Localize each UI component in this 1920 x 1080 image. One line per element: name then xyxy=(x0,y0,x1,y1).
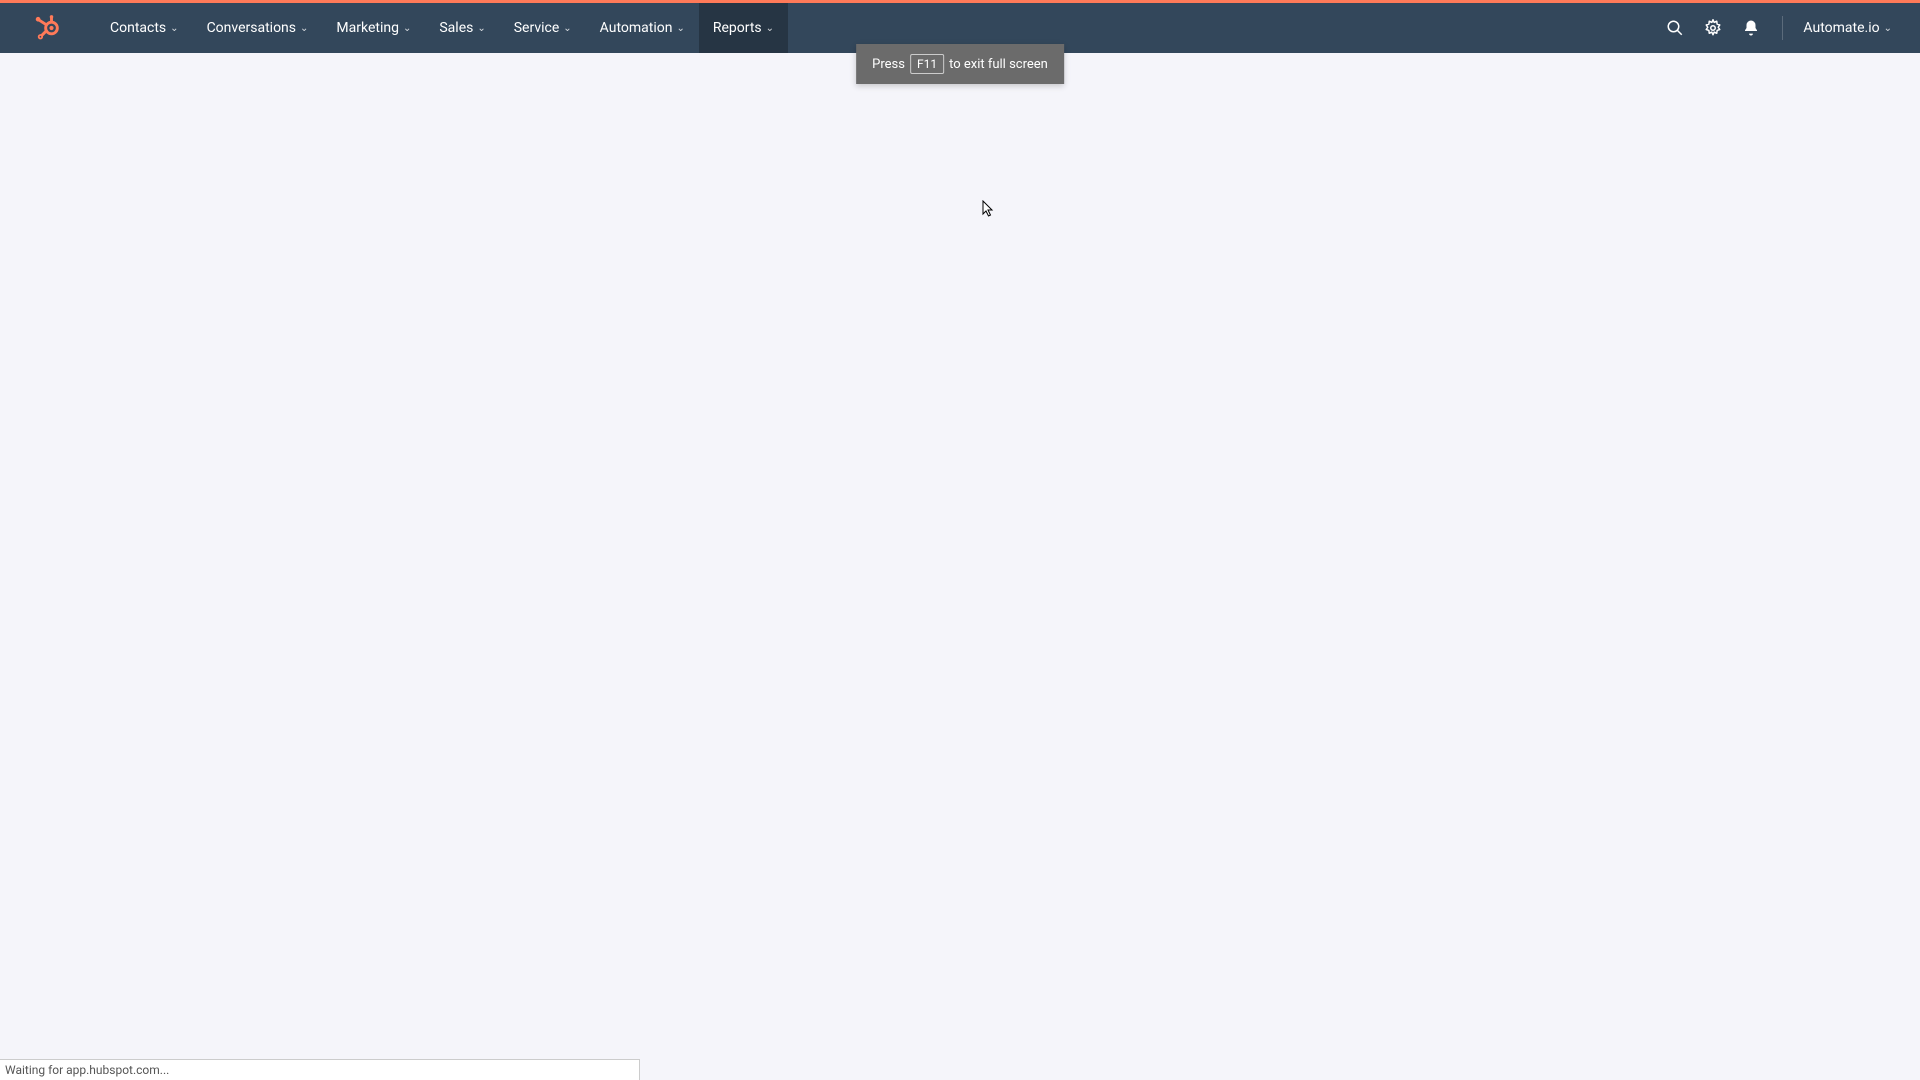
nav-label: Marketing xyxy=(336,20,399,36)
tooltip-key: F11 xyxy=(910,54,944,74)
settings-button[interactable] xyxy=(1694,3,1732,53)
gear-icon xyxy=(1704,19,1722,37)
navbar-left: Contacts ⌄ Conversations ⌄ Marketing ⌄ S… xyxy=(0,3,788,53)
nav-conversations[interactable]: Conversations ⌄ xyxy=(193,3,323,53)
chevron-down-icon: ⌄ xyxy=(300,23,308,34)
notifications-button[interactable] xyxy=(1732,3,1770,53)
account-menu[interactable]: Automate.io ⌄ xyxy=(1795,20,1900,36)
navbar-right: Automate.io ⌄ xyxy=(1656,3,1900,53)
nav-label: Contacts xyxy=(110,20,166,36)
nav-label: Sales xyxy=(439,20,473,36)
chevron-down-icon: ⌄ xyxy=(403,23,411,34)
sprocket-icon xyxy=(34,14,62,42)
account-label: Automate.io xyxy=(1803,20,1879,36)
chevron-down-icon: ⌄ xyxy=(477,23,485,34)
nav-reports[interactable]: Reports ⌄ xyxy=(699,3,788,53)
search-icon xyxy=(1666,19,1684,37)
nav-label: Service xyxy=(514,20,560,36)
bell-icon xyxy=(1742,19,1760,37)
tooltip-suffix: to exit full screen xyxy=(949,57,1048,72)
nav-marketing[interactable]: Marketing ⌄ xyxy=(322,3,425,53)
tooltip-prefix: Press xyxy=(872,57,905,72)
nav-service[interactable]: Service ⌄ xyxy=(500,3,586,53)
browser-status-bar: Waiting for app.hubspot.com... xyxy=(0,1059,640,1080)
nav-label: Reports xyxy=(713,20,762,36)
nav-sales[interactable]: Sales ⌄ xyxy=(425,3,499,53)
nav-label: Automation xyxy=(600,20,673,36)
navbar-divider xyxy=(1782,16,1783,40)
search-button[interactable] xyxy=(1656,3,1694,53)
chevron-down-icon: ⌄ xyxy=(170,23,178,34)
chevron-down-icon: ⌄ xyxy=(563,23,571,34)
chevron-down-icon: ⌄ xyxy=(676,23,684,34)
mouse-cursor xyxy=(982,200,996,222)
nav-automation[interactable]: Automation ⌄ xyxy=(586,3,699,53)
status-text: Waiting for app.hubspot.com... xyxy=(5,1063,169,1077)
hubspot-logo[interactable] xyxy=(20,3,76,53)
fullscreen-tooltip: Press F11 to exit full screen xyxy=(856,44,1064,84)
chevron-down-icon: ⌄ xyxy=(1884,23,1892,34)
chevron-down-icon: ⌄ xyxy=(766,23,774,34)
nav-contacts[interactable]: Contacts ⌄ xyxy=(96,3,193,53)
nav-label: Conversations xyxy=(207,20,296,36)
nav-items: Contacts ⌄ Conversations ⌄ Marketing ⌄ S… xyxy=(96,3,788,53)
